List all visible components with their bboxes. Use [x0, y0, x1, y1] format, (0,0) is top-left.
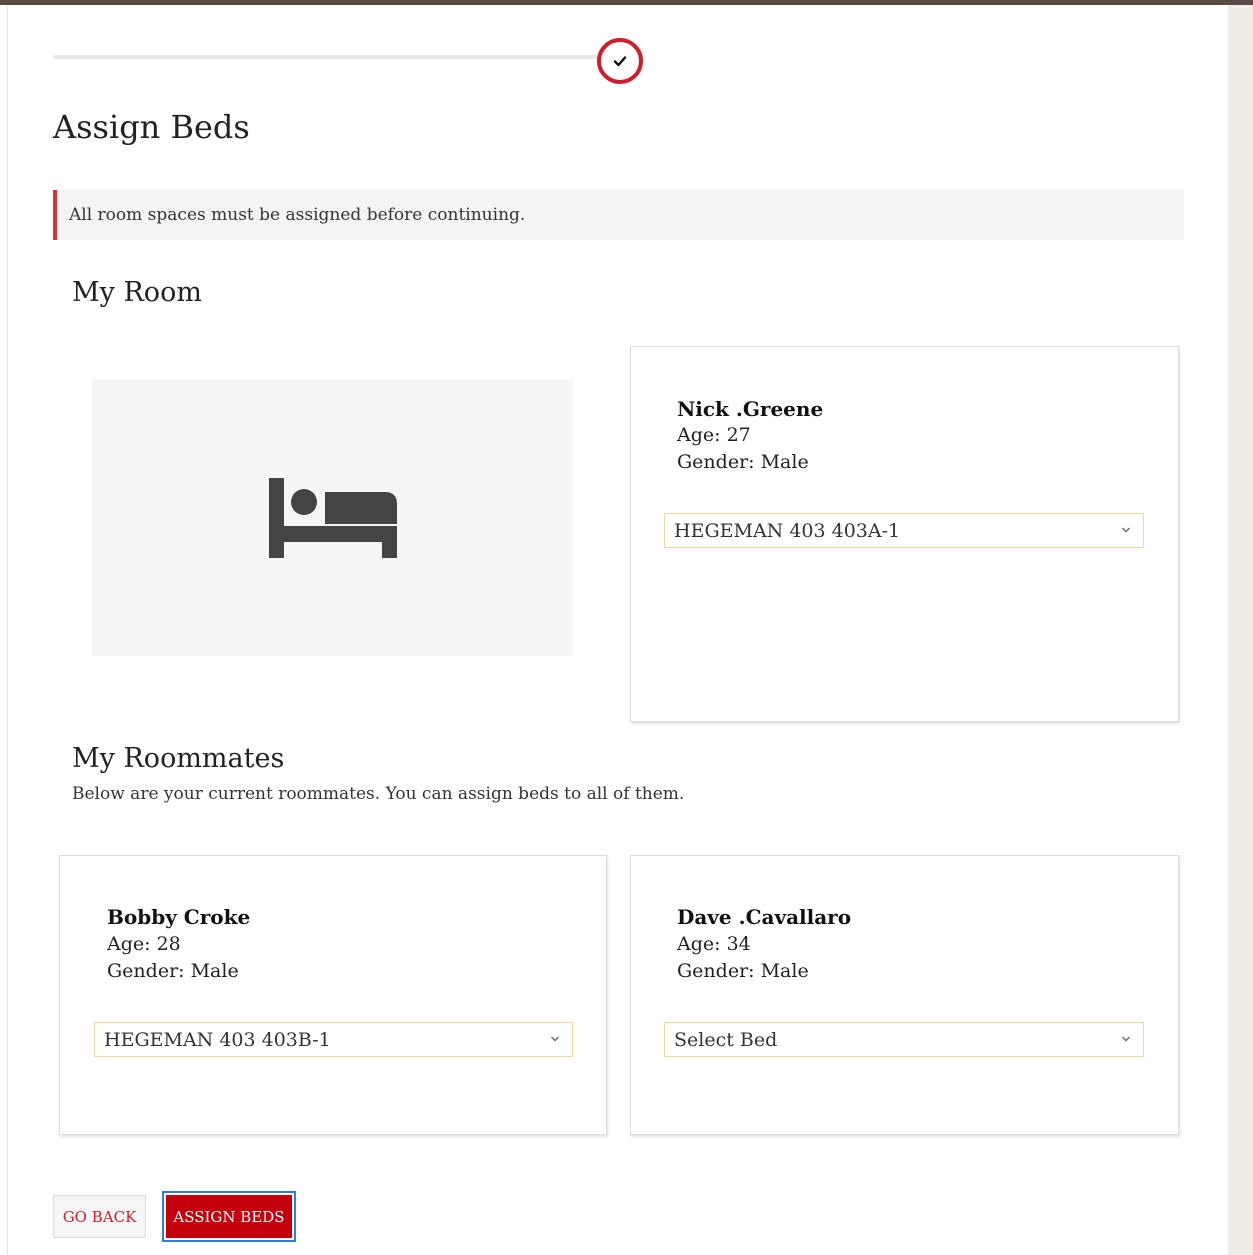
chevron-down-icon [551, 1036, 559, 1042]
room-image [92, 379, 573, 656]
my-room-title: My Room [72, 277, 202, 308]
notice-banner: All room spaces must be assigned before … [53, 190, 1184, 240]
progress-step-complete [597, 38, 643, 84]
roommate-name: Dave .Cavallaro [677, 905, 852, 929]
occupant-bed-select[interactable]: HEGEMAN 403 403A-1 [664, 513, 1144, 548]
my-room-occupant-card: Nick .Greene Age: 27 Gender: Male HEGEMA… [630, 346, 1179, 722]
bed-icon [268, 477, 397, 558]
chevron-down-icon [1122, 1036, 1130, 1042]
occupant-gender: Gender: Male [677, 451, 809, 473]
bed-select-value: HEGEMAN 403 403B-1 [104, 1028, 331, 1051]
occupant-name: Nick .Greene [677, 397, 824, 421]
roommate-bed-select[interactable]: Select Bed [664, 1022, 1144, 1057]
assign-beds-focus-ring: ASSIGN BEDS [162, 1191, 296, 1242]
roommate-age: Age: 34 [677, 933, 751, 955]
check-icon [613, 56, 627, 67]
roommate-gender: Gender: Male [677, 960, 809, 982]
progress-track [53, 55, 613, 59]
bed-select-value: HEGEMAN 403 403A-1 [674, 519, 901, 542]
page-title: Assign Beds [53, 108, 250, 146]
right-gutter [1228, 5, 1253, 1255]
roommate-card: Bobby Croke Age: 28 Gender: Male HEGEMAN… [59, 855, 607, 1135]
top-accent-bar [0, 0, 1253, 5]
occupant-age: Age: 27 [677, 424, 751, 446]
roommate-card: Dave .Cavallaro Age: 34 Gender: Male Sel… [630, 855, 1179, 1135]
left-divider [7, 5, 8, 1255]
roommate-name: Bobby Croke [107, 905, 251, 929]
notice-text: All room spaces must be assigned before … [69, 205, 526, 225]
assign-beds-button[interactable]: ASSIGN BEDS [166, 1195, 292, 1238]
my-roommates-title: My Roommates [72, 743, 285, 774]
my-roommates-subtitle: Below are your current roommates. You ca… [72, 784, 685, 804]
go-back-button[interactable]: GO BACK [53, 1195, 146, 1238]
chevron-down-icon [1122, 527, 1130, 533]
roommate-age: Age: 28 [107, 933, 181, 955]
roommate-gender: Gender: Male [107, 960, 239, 982]
roommate-bed-select[interactable]: HEGEMAN 403 403B-1 [94, 1022, 573, 1057]
bed-select-value: Select Bed [674, 1028, 778, 1051]
